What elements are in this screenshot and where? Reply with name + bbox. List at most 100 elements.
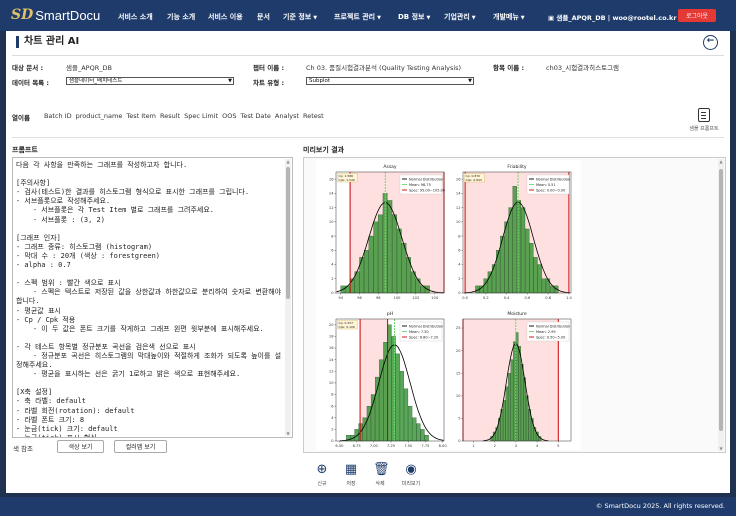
subplot-title: Moisture <box>507 311 527 317</box>
histogram-bar <box>520 364 524 442</box>
menu-service-use[interactable]: 서비스 이용 <box>208 12 243 22</box>
x-tick-label: 3 <box>515 444 517 448</box>
column-chip[interactable]: Spec Limit <box>184 112 218 122</box>
divider <box>12 55 724 56</box>
footer: © SmartDocu 2025. All rights reserved. <box>0 497 736 516</box>
menu-docs[interactable]: 문서 <box>257 12 270 22</box>
x-tick-label: 7.50 <box>404 444 413 448</box>
histogram-subplots: Assay94 96 98 100 102 1040246810121416 Normal … <box>316 160 581 450</box>
save-button[interactable]: ▦ 저장 <box>338 463 364 488</box>
back-arrow-icon[interactable]: ← <box>703 35 718 50</box>
preview-button[interactable]: ◉ 미리보기 <box>398 463 424 488</box>
y-tick-label: 0 <box>458 439 461 443</box>
column-chip[interactable]: OOS <box>222 112 236 122</box>
prompt-textarea[interactable]: 다음 각 사항을 만족하는 그래프를 작성하고자 합니다. [주의사항] - 검… <box>12 157 293 438</box>
menu-db-info[interactable]: DB 정보 ▼ <box>398 12 430 22</box>
x-tick-label: 7.00 <box>370 444 379 448</box>
scroll-down-icon[interactable]: ▼ <box>718 446 724 451</box>
logo[interactable]: SD SmartDocu <box>11 7 100 23</box>
histogram-bar <box>416 423 421 442</box>
y-tick-label: 4 <box>458 263 461 267</box>
scroll-up-icon[interactable]: ▲ <box>285 159 291 164</box>
histogram-bar <box>533 257 538 294</box>
chapter-value: Ch 03. 품질시험결과분석 (Quality Testing Analysi… <box>306 64 462 72</box>
scroll-up-icon[interactable]: ▲ <box>718 159 724 164</box>
x-tick-label: 2 <box>494 444 496 448</box>
datalist-select[interactable]: 샘플데이터_배치테스트 ▼ <box>66 77 234 85</box>
histogram-bar <box>541 278 546 294</box>
menu-company-mgmt[interactable]: 기업관리 ▼ <box>444 12 476 22</box>
charttype-label: 차트 유형 : <box>253 79 285 87</box>
y-tick-label: 16 <box>456 177 461 181</box>
menu-service-intro[interactable]: 서비스 소개 <box>118 12 153 22</box>
x-tick-label: 0.6 <box>525 296 531 300</box>
prompt-scrollbar[interactable]: ▲ ▼ <box>285 159 291 436</box>
y-tick-label: 20 <box>329 323 334 327</box>
y-tick-label: 20 <box>456 349 461 353</box>
histogram-bar <box>375 376 380 442</box>
y-tick-label: 0 <box>331 439 334 443</box>
histogram-bar <box>525 228 530 294</box>
chapter-label: 챕터 이름 : <box>253 64 285 72</box>
y-tick-label: 16 <box>329 346 334 350</box>
user-info[interactable]: ▣ 샘플_APQR_DB | woo@rootel.co.kr <box>548 12 677 22</box>
charttype-select[interactable]: Subplot ▼ <box>306 77 474 85</box>
menu-dev[interactable]: 개발메뉴 ▼ <box>493 12 525 22</box>
subplot-assay: Assay 94 96 98 100 102 104 0 2 4 6 8 10 12 14 16 Normal … <box>329 164 445 300</box>
new-button[interactable]: ⊕ 신규 <box>309 462 335 488</box>
column-chip[interactable]: Result <box>160 112 180 122</box>
x-tick-label: 94 <box>338 296 343 300</box>
datalist-selected: 샘플데이터_배치테스트 <box>69 78 123 84</box>
menu-project-mgmt[interactable]: 프로젝트 관리 ▼ <box>334 12 381 22</box>
menu-label: 개발메뉴 <box>493 13 519 21</box>
column-chip[interactable]: Test Item <box>126 112 156 122</box>
scroll-down-icon[interactable]: ▼ <box>285 431 291 436</box>
column-chip[interactable]: Retest <box>303 112 324 122</box>
legend-label: Spec: 6.80~7.20 <box>409 335 438 339</box>
colormap-view-button[interactable]: 컬러맵 보기 <box>114 440 167 453</box>
scroll-thumb[interactable] <box>286 167 290 299</box>
chevron-down-icon: ▼ <box>228 78 232 84</box>
column-chip[interactable]: Analyst <box>275 112 299 122</box>
histogram-bar <box>545 278 551 294</box>
y-tick-label: 0 <box>458 291 461 295</box>
histogram-bar <box>523 377 526 442</box>
y-tick-label: 10 <box>329 381 334 385</box>
histogram-bar <box>391 336 396 442</box>
sample-prompt-label: 샘플 프롬프트 <box>689 126 719 132</box>
column-chip[interactable]: Batch ID <box>44 112 72 122</box>
scroll-thumb[interactable] <box>719 169 723 431</box>
color-view-button[interactable]: 색상 보기 <box>57 440 104 453</box>
histogram-bar <box>415 278 421 294</box>
menu-label: DB 정보 <box>398 13 425 21</box>
menu-label: 기업관리 <box>444 13 470 21</box>
legend-label: Mean: 7.30 <box>409 330 429 334</box>
y-tick-label: 12 <box>329 206 334 210</box>
column-chip[interactable]: product_name <box>76 112 123 122</box>
y-tick-label: 2 <box>331 428 333 432</box>
x-tick-label: 1 <box>472 444 474 448</box>
delete-label: 삭제 <box>375 481 385 487</box>
y-tick-label: 25 <box>456 326 461 330</box>
histogram-bar <box>537 264 542 294</box>
sample-prompt-button[interactable]: 샘플 프롬프트 <box>686 108 722 132</box>
histogram-bar <box>403 388 409 442</box>
x-tick-label: 0.8 <box>545 296 551 300</box>
save-label: 저장 <box>346 481 356 487</box>
column-chip[interactable]: Test Date <box>240 112 270 122</box>
x-tick-label: 0.4 <box>504 296 510 300</box>
add-icon: ⊕ <box>316 462 328 477</box>
histogram-bar <box>505 386 509 442</box>
preview-area: Assay 94 96 98 100 102 104 0 2 4 6 8 10 12 14 16 Normal … <box>303 157 726 453</box>
menu-base-info[interactable]: 기준 정보 ▼ <box>283 12 317 22</box>
menu-feature-intro[interactable]: 기능 소개 <box>167 12 195 22</box>
histogram-bar <box>412 417 417 442</box>
logout-button[interactable]: 로그아웃 <box>678 9 716 22</box>
delete-button[interactable]: 🗑 삭제 <box>367 463 393 488</box>
caret-down-icon: ▼ <box>426 15 431 21</box>
histogram-bar <box>515 332 519 442</box>
preview-scrollbar[interactable]: ▲ ▼ <box>718 159 724 451</box>
x-tick-label: 1.0 <box>566 296 572 300</box>
y-tick-label: 8 <box>458 234 461 238</box>
color-ref-label: 색 참조 <box>13 445 34 453</box>
